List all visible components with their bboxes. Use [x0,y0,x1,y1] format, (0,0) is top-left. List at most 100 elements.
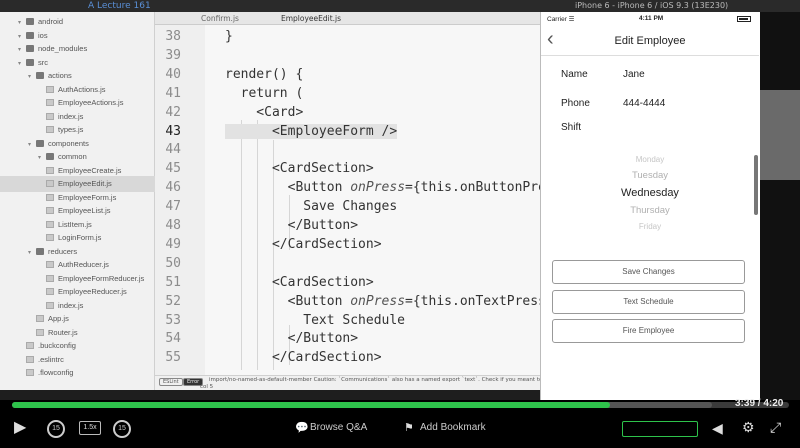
eslint-badge[interactable]: ESLint [159,378,183,386]
tree-item-label: .flowconfig [38,368,74,377]
code-line[interactable]: render() { [225,67,303,82]
code-text: <EmployeeForm /> [225,123,398,139]
tree-item-label: App.js [48,314,69,323]
tree-item-label: common [58,152,87,161]
file-icon [26,342,34,349]
background-strip [760,12,800,400]
tree-item-label: EmployeeEdit.js [58,179,112,188]
tree-item-label: EmployeeFormReducer.js [58,273,145,283]
line-number: 46 [165,180,181,196]
settings-gear-icon[interactable]: ⚙ [742,419,755,436]
code-text: <Card> [225,104,304,120]
code-line[interactable]: <Button onPress={this.onButtonPres [225,180,554,195]
background-strip [760,90,800,180]
picker-option[interactable]: Friday [541,222,759,231]
volume-icon[interactable]: ◀ [712,420,723,437]
play-icon[interactable]: ▶ [14,417,26,437]
file-icon [46,193,54,201]
file-icon [46,207,54,214]
line-number: 48 [165,218,181,233]
phone-label: Phone [561,98,590,109]
code-line[interactable]: </CardSection> [225,237,382,252]
forward-15-icon[interactable]: 15 [113,420,131,438]
file-icon [46,288,54,295]
code-line[interactable]: <EmployeeForm /> [225,123,398,139]
tree-file[interactable]: .flowconfig [0,365,155,381]
picker-option-selected[interactable]: Wednesday [541,187,759,199]
chat-icon: 💬 [295,422,309,434]
folder-icon [26,45,34,52]
phone-input[interactable]: 444-4444 [623,98,665,109]
code-line[interactable]: return ( [225,85,304,101]
tree-item-label: LoginForm.js [58,233,102,242]
save-changes-button[interactable]: Save Changes [552,260,745,284]
code-text: return ( [225,85,304,101]
folder-icon [46,153,54,160]
video-frame[interactable]: A Lecture 161 iPhone 6 - iPhone 6 / iOS … [0,0,800,400]
rewind-15-icon[interactable]: 15 [47,420,65,438]
code-line[interactable]: Text Schedule [225,313,405,328]
code-attribute: onPress [350,180,406,196]
progress-fill[interactable] [12,402,611,408]
file-icon [46,166,54,174]
tree-item-label: components [48,138,89,148]
tree-item-label: EmployeeForm.js [58,192,117,202]
file-icon [26,355,34,363]
code-segment: <Button [225,293,351,309]
file-icon [46,261,54,268]
add-bookmark-link[interactable]: Add Bookmark [420,422,486,433]
line-number: 39 [165,47,181,63]
tab-confirm[interactable]: Confirm.js [185,12,239,25]
playback-speed-button[interactable]: 1.5x [79,421,101,435]
picker-option[interactable]: Thursday [541,205,759,216]
cursor-column: col 5 [200,384,214,390]
ios-status-bar: Carrier ☰ 4:11 PM [541,12,759,26]
simulator-scrollbar[interactable] [754,155,758,215]
code-line[interactable]: } [225,29,233,44]
continue-button[interactable] [622,421,698,437]
player-controls: ▶ 15 1.5x 15 💬 Browse Q&A ⚑ Add Bookmark… [0,410,800,448]
code-line[interactable]: </Button> [225,218,358,233]
tree-item-label: android [38,17,64,26]
code-text: render() { [225,66,304,82]
fullscreen-icon[interactable]: ⤢ [770,419,781,436]
code-segment: <Button [225,180,351,196]
tree-item-label: index.js [58,300,84,310]
tree-item-label: AuthReducer.js [58,260,109,269]
file-icon [46,85,54,93]
tab-employee-edit[interactable]: EmployeeEdit.js [265,12,341,25]
line-number: 42 [165,104,181,120]
code-text: } [225,29,233,44]
lecture-title: A Lecture 161 [88,1,151,11]
tree-item-label: EmployeeCreate.js [58,165,122,175]
name-label: Name [561,69,588,80]
folder-icon [36,247,44,255]
line-number: 43 [165,123,181,139]
code-line[interactable]: Save Changes [225,199,397,214]
code-attribute: onPress [350,293,406,309]
file-icon [46,99,54,106]
battery-icon [737,16,751,22]
code-line[interactable]: </CardSection> [225,350,382,365]
name-input[interactable]: Jane [623,69,645,80]
browse-qa-link[interactable]: Browse Q&A [310,422,367,433]
code-text: </Button> [225,218,359,233]
picker-option[interactable]: Tuesday [541,170,759,181]
line-number: 53 [165,312,181,328]
picker-option[interactable]: Monday [541,155,759,164]
code-line[interactable]: <Card> [225,105,303,120]
code-line[interactable]: <CardSection> [225,161,374,176]
nav-title: Edit Employee [614,35,686,47]
tree-item-label: EmployeeActions.js [58,98,124,107]
tree-item-label: index.js [58,111,84,121]
file-icon [46,234,54,241]
code-line[interactable]: </Button> [225,331,358,346]
ios-simulator: Carrier ☰ 4:11 PM ‹ Edit Employee Name J… [540,12,760,400]
code-line[interactable]: <Button onPress={this.onTextPress [225,294,546,309]
folder-icon [36,72,44,79]
fire-employee-button[interactable]: Fire Employee [552,319,745,343]
file-icon [46,180,54,187]
code-line[interactable]: <CardSection> [225,275,374,290]
code-editor[interactable]: 38} 39 40 render() {41 return (42 <Card> 43 … [155,25,554,375]
text-schedule-button[interactable]: Text Schedule [552,290,745,314]
